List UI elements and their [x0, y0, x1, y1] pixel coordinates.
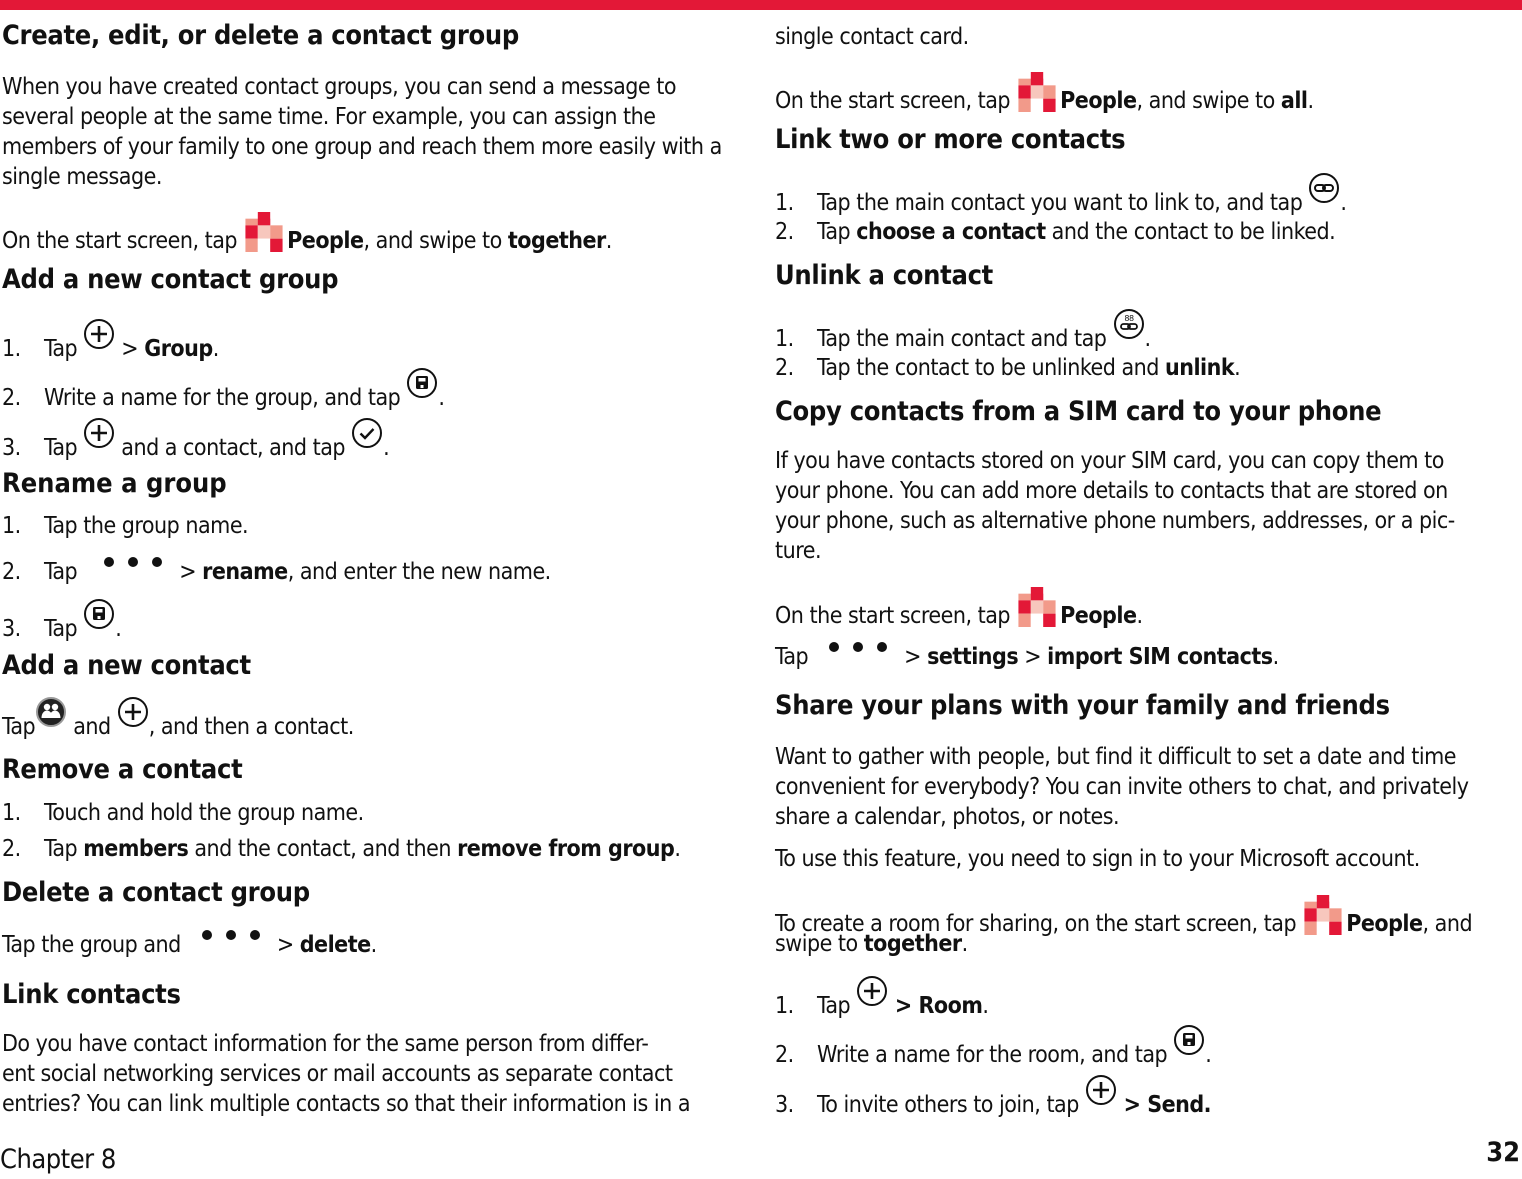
plus-circle-icon — [856, 975, 888, 1007]
check-circle-icon — [351, 417, 383, 449]
add-contact-instruction: Tap and , and then a contact. — [2, 706, 354, 740]
unlink-step-1: 1. Tap the main contact and tap . — [775, 318, 1151, 352]
rename-step-3: 3. Tap . — [2, 608, 122, 642]
sim-body-line-3: your phone, such as alternative phone nu… — [775, 508, 1455, 534]
delete-group-instruction: Tap the group and > delete. — [2, 932, 377, 958]
add-group-step-2: 2. Write a name for the group, and tap . — [2, 377, 445, 411]
remove-step-2: 2. Tap members and the contact, and then … — [2, 836, 681, 862]
plus-circle-icon — [83, 318, 115, 350]
section-title-share-plans: Share your plans with your family and fr… — [775, 690, 1390, 721]
linked-contacts-icon — [1113, 308, 1145, 340]
share-body-line-1: Want to gather with people, but find it … — [775, 744, 1457, 770]
save-icon — [406, 367, 438, 399]
share-room-instruction-line-2: swipe to together. — [775, 931, 968, 957]
share-body-line-3: share a calendar, photos, or notes. — [775, 804, 1120, 830]
share-step-2: 2. Write a name for the room, and tap . — [775, 1034, 1212, 1068]
more-dots-icon — [97, 555, 169, 569]
more-dots-icon — [822, 640, 894, 654]
link-contacts-body-line-3: entries? You can link multiple contacts … — [2, 1091, 691, 1117]
section-title-delete-group: Delete a contact group — [2, 877, 310, 908]
people-tile-icon — [245, 212, 283, 252]
share-step-3: 3. To invite others to join, tap > Send. — [775, 1084, 1212, 1118]
link-contacts-body-line-1: Do you have contact information for the … — [2, 1031, 649, 1057]
save-icon — [83, 598, 115, 630]
unlink-step-2: 2. Tap the contact to be unlinked and unl… — [775, 355, 1241, 381]
link-start-instruction: On the start screen, tap People, and swi… — [775, 76, 1314, 116]
sim-tap-instruction: Tap > settings > import SIM contacts. — [775, 644, 1279, 670]
create-group-intro: When you have created contact groups, yo… — [2, 74, 722, 190]
plus-circle-icon — [83, 417, 115, 449]
sim-start-instruction: On the start screen, tap People. — [775, 591, 1143, 631]
me-people-icon — [35, 696, 67, 728]
share-body-line-2: convenient for everybody? You can invite… — [775, 774, 1469, 800]
remove-step-1: 1. Touch and hold the group name. — [2, 800, 364, 826]
people-tile-icon — [1018, 72, 1056, 112]
link-two-step-1: 1. Tap the main contact you want to link … — [775, 182, 1347, 216]
rename-step-1: 1. Tap the group name. — [2, 513, 249, 539]
save-icon — [1173, 1024, 1205, 1056]
link-two-step-2: 2. Tap choose a contact and the contact t… — [775, 219, 1336, 245]
section-title-link-two: Link two or more contacts — [775, 124, 1126, 155]
link-contacts-continued: single contact card. — [775, 24, 969, 50]
add-group-step-1: 1. Tap > Group. — [2, 328, 219, 362]
sim-body-line-1: If you have contacts stored on your SIM … — [775, 448, 1444, 474]
sim-body-line-2: your phone. You can add more details to … — [775, 478, 1448, 504]
section-title-link-contacts: Link contacts — [2, 979, 181, 1010]
people-tile-icon — [1304, 895, 1342, 935]
more-dots-icon — [195, 928, 267, 942]
section-title-rename-group: Rename a group — [2, 468, 227, 499]
share-signin-note: To use this feature, you need to sign in… — [775, 846, 1420, 872]
plus-circle-icon — [1085, 1074, 1117, 1106]
footer-page-number: 32 — [1486, 1137, 1520, 1168]
people-tile-icon — [1018, 587, 1056, 627]
section-title-remove-contact: Remove a contact — [2, 754, 243, 785]
add-group-step-3: 3. Tap and a contact, and tap . — [2, 427, 390, 461]
create-group-start-instruction: On the start screen, tap People, and swi… — [2, 216, 612, 256]
rename-step-2: 2. Tap > rename, and enter the new name. — [2, 559, 551, 585]
link-contacts-body-line-2: ent social networking services or mail a… — [2, 1061, 673, 1087]
header-accent-bar — [0, 0, 1522, 10]
share-step-1: 1. Tap > Room. — [775, 985, 989, 1019]
section-title-copy-sim: Copy contacts from a SIM card to your ph… — [775, 396, 1382, 427]
section-title-add-contact: Add a new contact — [2, 650, 251, 681]
footer-chapter: Chapter 8 — [0, 1144, 116, 1175]
section-title-add-group: Add a new contact group — [2, 264, 339, 295]
link-icon — [1308, 172, 1340, 204]
section-title-create-group: Create, edit, or delete a contact group — [2, 20, 520, 51]
section-title-unlink: Unlink a contact — [775, 260, 993, 291]
sim-body-line-4: ture. — [775, 538, 822, 564]
plus-circle-icon — [117, 696, 149, 728]
